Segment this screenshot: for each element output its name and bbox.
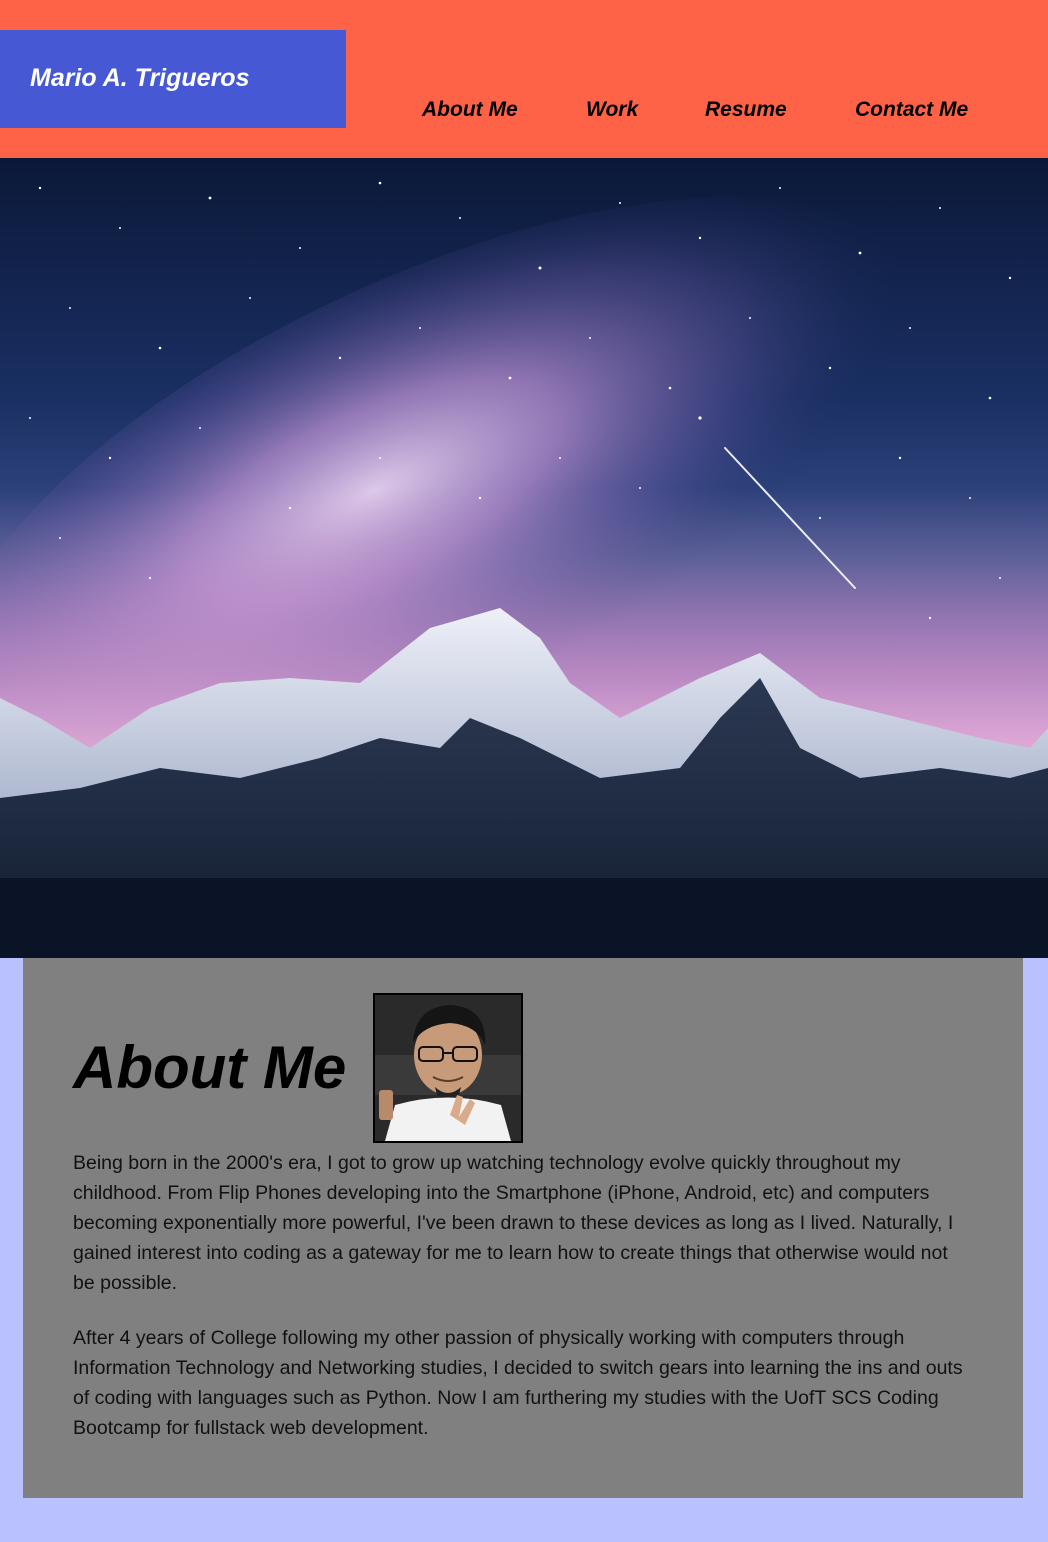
- about-section: About Me Being born in the 2000's era, I…: [23, 958, 1023, 1498]
- brand-name[interactable]: Mario A. Trigueros: [30, 64, 249, 92]
- nav-link-resume[interactable]: Resume: [705, 97, 787, 123]
- about-paragraph: After 4 years of College following my ot…: [73, 1327, 963, 1439]
- nav-link-contact-me[interactable]: Contact Me: [855, 97, 968, 123]
- hero-image: [0, 158, 1048, 958]
- avatar-image: [375, 995, 521, 1141]
- about-paragraph: Being born in the 2000's era, I got to g…: [73, 1152, 954, 1294]
- nav-link-work[interactable]: Work: [586, 97, 638, 123]
- starry-mountains-illustration: [0, 181, 1048, 958]
- about-body: Being born in the 2000's era, I got to g…: [73, 1148, 973, 1468]
- about-title: About Me: [73, 1034, 347, 1101]
- profile-photo: [373, 993, 523, 1143]
- site-header: Mario A. Trigueros About Me Work Resume …: [0, 0, 1048, 158]
- nav-link-about-me[interactable]: About Me: [422, 97, 518, 123]
- main-nav: About Me Work Resume Contact Me: [0, 97, 1048, 127]
